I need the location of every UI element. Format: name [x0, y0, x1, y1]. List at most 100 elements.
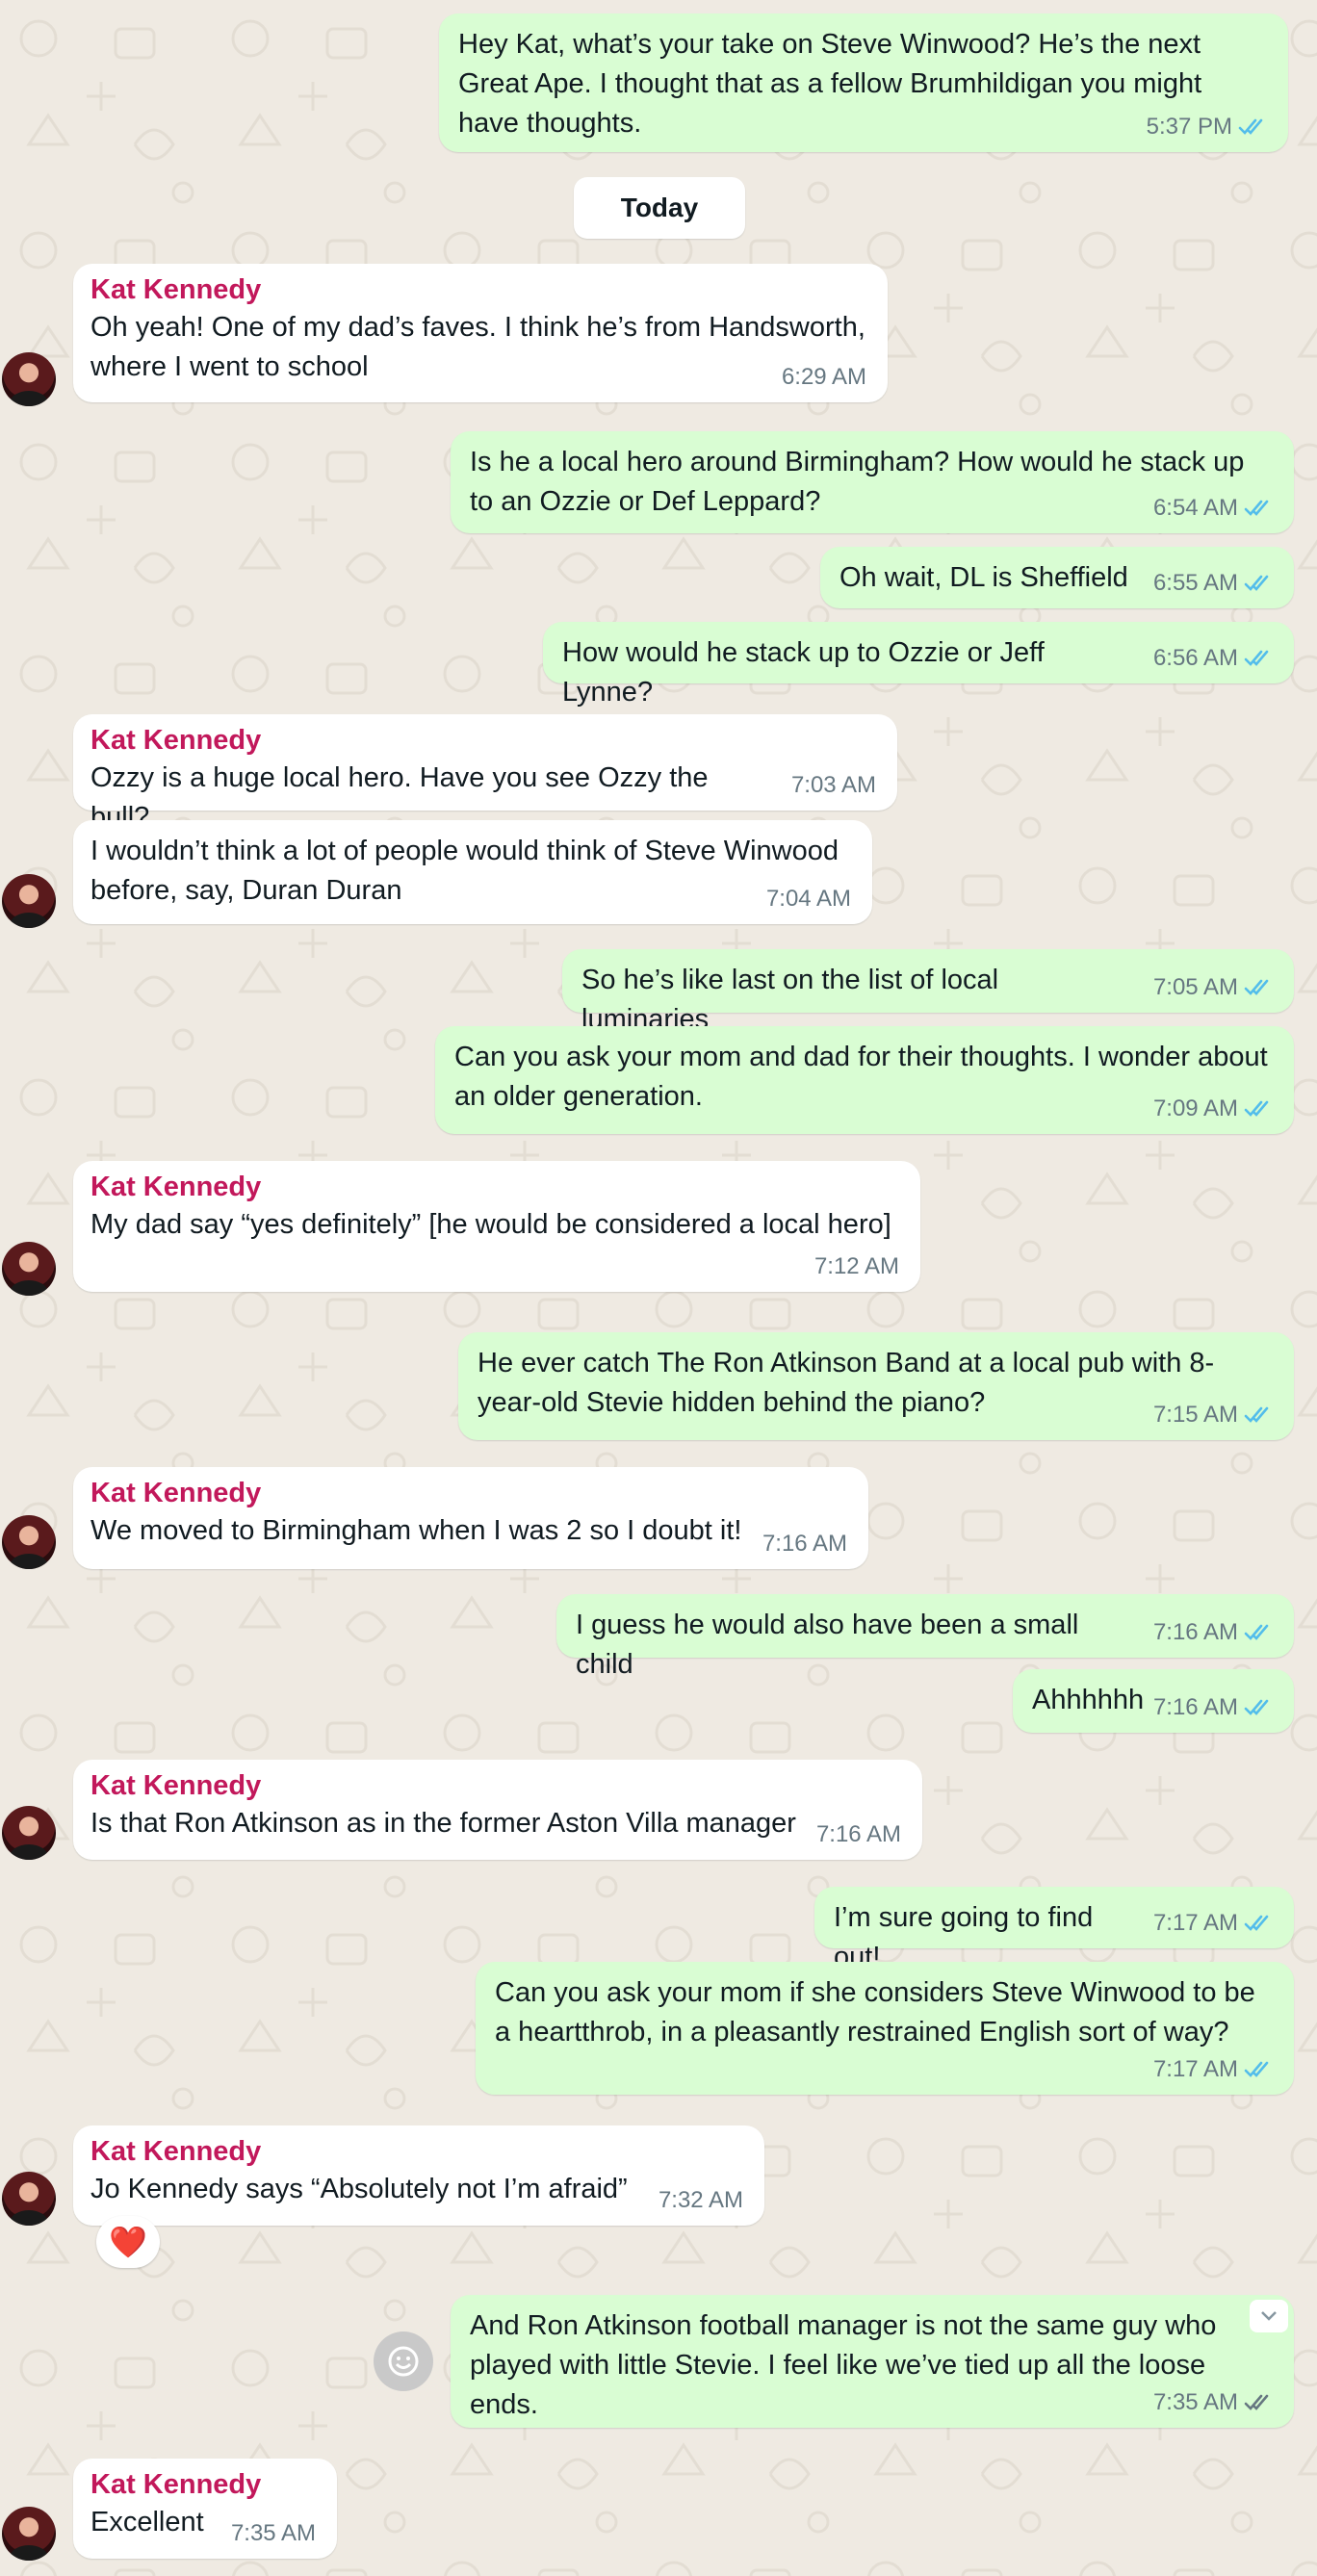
timestamp: 7:17 AM [1152, 2056, 1238, 2082]
sender-name[interactable]: Kat Kennedy [90, 1475, 849, 1511]
message-text: Can you ask your mom if she considers St… [495, 1977, 1255, 2048]
message-meta: 7:32 AM [658, 2187, 743, 2214]
avatar[interactable] [2, 874, 56, 928]
smiley-icon [388, 2346, 419, 2377]
message-meta: 7:35 AM [1153, 2389, 1273, 2416]
sender-name[interactable]: Kat Kennedy [90, 722, 878, 759]
outgoing-message[interactable]: Hey Kat, what’s your take on Steve Winwo… [439, 13, 1288, 152]
double-check-icon [1244, 650, 1269, 666]
double-check-icon [1238, 118, 1263, 135]
avatar[interactable] [2, 2507, 56, 2561]
incoming-message[interactable]: Kat Kennedy My dad say “yes definitely” [… [73, 1161, 920, 1292]
timestamp: 7:05 AM [1152, 974, 1238, 1000]
chevron-down-icon [1261, 2311, 1277, 2321]
message-meta: 7:05 AM [1153, 974, 1273, 1001]
outgoing-message[interactable]: I’m sure going to find out! 7:17 AM [814, 1887, 1294, 1972]
incoming-message[interactable]: Kat Kennedy Jo Kennedy says “Absolutely n… [73, 2125, 764, 2226]
message-meta: 7:09 AM [1153, 1095, 1273, 1122]
sender-name[interactable]: Kat Kennedy [90, 271, 868, 308]
incoming-message[interactable]: Kat Kennedy We moved to Birmingham when I… [73, 1467, 868, 1569]
message-meta: 6:55 AM [1153, 570, 1273, 597]
double-check-icon [1244, 575, 1269, 591]
message-meta: 6:29 AM [782, 364, 866, 391]
message-text: Is that Ron Atkinson as in the former As… [90, 1808, 796, 1839]
heart-reaction[interactable]: ❤️ [96, 2216, 160, 2268]
heart-icon: ❤️ [109, 2225, 147, 2259]
message-meta: 7:35 AM [231, 2520, 316, 2547]
message-meta: 7:17 AM [1153, 2056, 1273, 2083]
timestamp: 7:35 AM [230, 2520, 316, 2546]
message-meta: 7:15 AM [1153, 1402, 1273, 1429]
message-meta: 7:16 AM [1153, 1619, 1273, 1646]
avatar[interactable] [2, 1515, 56, 1569]
avatar[interactable] [2, 1806, 56, 1860]
message-meta: 7:16 AM [762, 1531, 847, 1558]
outgoing-message[interactable]: So he’s like last on the list of local l… [562, 949, 1294, 1035]
react-emoji-button[interactable] [374, 2331, 433, 2391]
incoming-message[interactable]: Kat Kennedy Is that Ron Atkinson as in th… [73, 1760, 922, 1860]
timestamp: 7:12 AM [813, 1253, 899, 1279]
message-text: My dad say “yes definitely” [he would be… [90, 1209, 891, 1240]
timestamp: 7:09 AM [1152, 1095, 1238, 1121]
sender-name[interactable]: Kat Kennedy [90, 2133, 745, 2170]
incoming-message[interactable]: I wouldn’t think a lot of people would t… [73, 820, 872, 924]
sender-name[interactable]: Kat Kennedy [90, 2466, 318, 2503]
avatar[interactable] [2, 1242, 56, 1296]
avatar[interactable] [2, 2172, 56, 2226]
double-check-icon [1244, 1406, 1269, 1423]
timestamp: 7:16 AM [762, 1531, 847, 1557]
message-text: I wouldn’t think a lot of people would t… [90, 836, 839, 906]
timestamp: 6:56 AM [1152, 645, 1238, 671]
message-text: We moved to Birmingham when I was 2 so I… [90, 1515, 742, 1546]
message-text: Oh yeah! One of my dad’s faves. I think … [90, 312, 865, 382]
sender-name[interactable]: Kat Kennedy [90, 1169, 901, 1205]
double-check-icon [1244, 500, 1269, 516]
message-meta: 7:04 AM [766, 886, 851, 913]
message-meta: 6:54 AM [1153, 495, 1273, 522]
outgoing-message[interactable]: And Ron Atkinson football manager is not… [451, 2295, 1294, 2428]
message-text: Can you ask your mom and dad for their t… [454, 1042, 1268, 1112]
timestamp: 7:16 AM [1152, 1619, 1238, 1645]
outgoing-message[interactable]: Is he a local hero around Birmingham? Ho… [451, 431, 1294, 533]
incoming-message[interactable]: Kat Kennedy Ozzy is a huge local hero. Ha… [73, 714, 897, 833]
message-meta: 5:37 PM [1147, 114, 1267, 141]
timestamp: 7:16 AM [815, 1821, 901, 1847]
outgoing-message[interactable]: Ahhhhhh 7:16 AM [1013, 1669, 1294, 1733]
message-meta: 7:16 AM [1153, 1694, 1273, 1721]
timestamp: 7:35 AM [1152, 2389, 1238, 2415]
message-text: Jo Kennedy says “Absolutely not I’m afra… [90, 2174, 628, 2204]
timestamp: 7:03 AM [790, 772, 876, 798]
double-check-icon [1244, 1699, 1269, 1715]
avatar[interactable] [2, 352, 56, 406]
day-separator: Today [574, 177, 745, 239]
message-meta: 7:17 AM [1153, 1910, 1273, 1937]
double-check-icon [1244, 979, 1269, 995]
incoming-message[interactable]: Kat Kennedy Excellent 7:35 AM [73, 2459, 337, 2559]
message-meta: 7:03 AM [791, 772, 876, 799]
message-menu-button[interactable] [1250, 2300, 1288, 2332]
outgoing-message[interactable]: He ever catch The Ron Atkinson Band at a… [458, 1332, 1294, 1440]
outgoing-message[interactable]: Oh wait, DL is Sheffield 6:55 AM [820, 547, 1294, 608]
double-check-icon [1244, 2061, 1269, 2077]
incoming-message[interactable]: Kat Kennedy Oh yeah! One of my dad’s fave… [73, 264, 888, 402]
timestamp: 6:29 AM [781, 364, 866, 390]
timestamp: 7:32 AM [658, 2187, 743, 2213]
timestamp: 5:37 PM [1146, 114, 1232, 140]
outgoing-message[interactable]: How would he stack up to Ozzie or Jeff L… [543, 622, 1294, 708]
message-meta: 7:16 AM [816, 1821, 901, 1848]
double-check-icon [1244, 2394, 1269, 2410]
timestamp: 7:04 AM [765, 886, 851, 912]
double-check-icon [1244, 1100, 1269, 1117]
timestamp: 6:55 AM [1152, 570, 1238, 596]
timestamp: 7:15 AM [1152, 1402, 1238, 1428]
outgoing-message[interactable]: Can you ask your mom and dad for their t… [435, 1026, 1294, 1134]
sender-name[interactable]: Kat Kennedy [90, 1767, 903, 1804]
double-check-icon [1244, 1624, 1269, 1640]
outgoing-message[interactable]: I guess he would also have been a small … [556, 1594, 1294, 1680]
message-meta: 7:12 AM [814, 1253, 899, 1280]
double-check-icon [1244, 1915, 1269, 1931]
outgoing-message[interactable]: Can you ask your mom if she considers St… [476, 1962, 1294, 2095]
timestamp: 7:16 AM [1152, 1694, 1238, 1720]
timestamp: 7:17 AM [1152, 1910, 1238, 1936]
message-meta: 6:56 AM [1153, 645, 1273, 672]
